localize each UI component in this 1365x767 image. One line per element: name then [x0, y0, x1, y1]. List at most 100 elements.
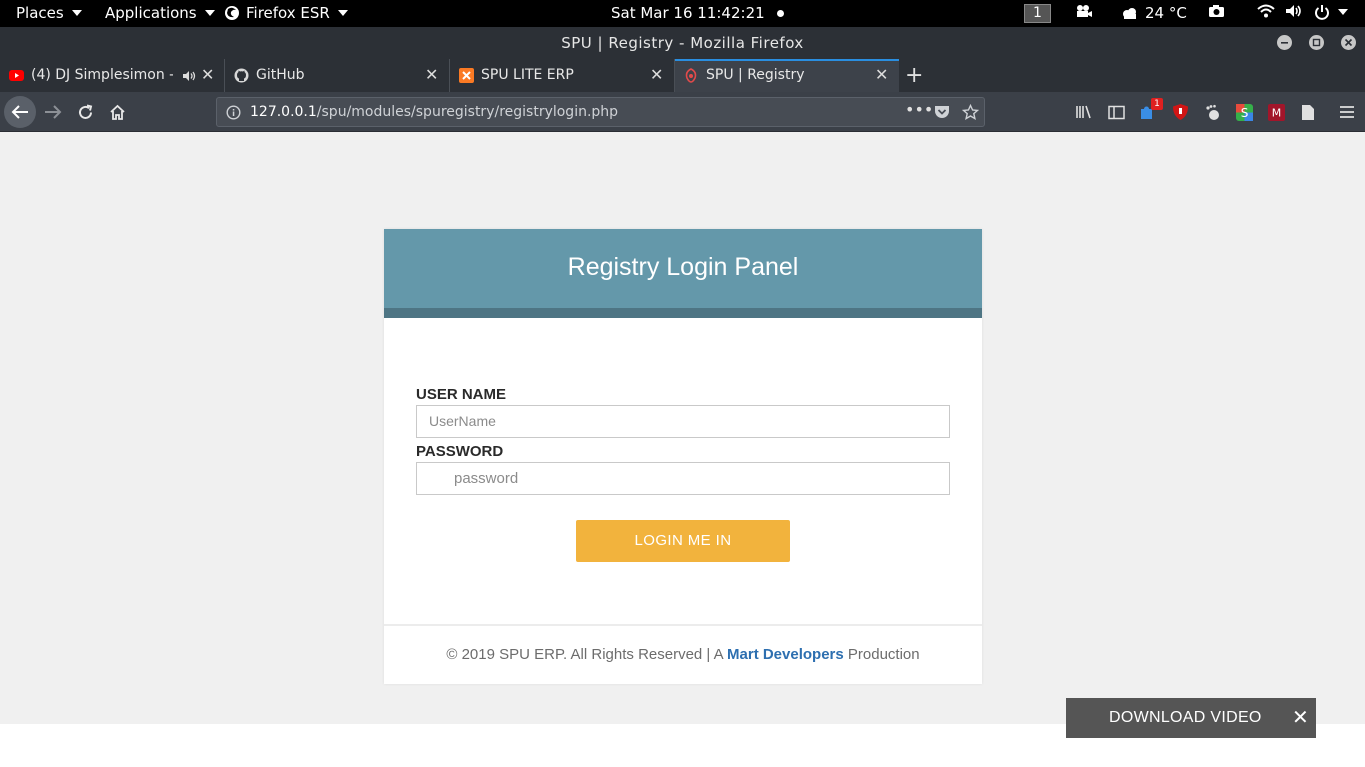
- volume-icon[interactable]: [1285, 4, 1303, 18]
- download-video-bar[interactable]: DOWNLOAD VIDEO ✕: [1066, 698, 1316, 738]
- xampp-icon: [459, 68, 474, 83]
- clock-text: Sat Mar 16 11:42:21: [611, 4, 765, 22]
- svg-text:S: S: [1240, 106, 1248, 120]
- login-button[interactable]: LOGIN ME IN: [576, 520, 790, 562]
- password-input[interactable]: password: [416, 462, 950, 495]
- tab-label: GitHub: [256, 67, 305, 83]
- firefox-label: Firefox ESR: [246, 4, 330, 22]
- power-menu[interactable]: [1314, 4, 1348, 20]
- document-icon[interactable]: [1299, 103, 1317, 121]
- close-icon: [1344, 38, 1353, 47]
- firefox-app-menu[interactable]: Firefox ESR: [224, 4, 348, 22]
- sidebar-icon-svg: [1107, 105, 1125, 119]
- close-icon[interactable]: ✕: [1292, 705, 1309, 730]
- page-actions-icon[interactable]: •••: [905, 100, 933, 119]
- tab-github[interactable]: GitHub ✕: [225, 59, 450, 92]
- hamburger-menu-icon[interactable]: [1338, 103, 1356, 121]
- home-icon: [109, 104, 125, 120]
- power-icon: [1315, 5, 1329, 20]
- url-text: 127.0.0.1/spu/modules/spuregistry/regist…: [250, 104, 618, 120]
- library-icon-svg: [1076, 105, 1091, 119]
- info-icon[interactable]: [226, 105, 241, 120]
- sidebar-icon[interactable]: [1107, 103, 1125, 121]
- video-camera-icon[interactable]: [1075, 4, 1093, 18]
- download-video-label[interactable]: DOWNLOAD VIDEO: [1109, 709, 1262, 727]
- chevron-down-icon: [204, 10, 215, 16]
- close-tab-icon[interactable]: ✕: [425, 65, 438, 84]
- reload-button[interactable]: [76, 103, 94, 121]
- reload-icon: [78, 104, 92, 119]
- applications-label: Applications: [105, 4, 197, 22]
- places-label: Places: [16, 4, 64, 22]
- m-badge-icon: M: [1267, 103, 1285, 121]
- library-icon[interactable]: [1075, 103, 1093, 121]
- navigation-toolbar: 127.0.0.1/spu/modules/spuregistry/regist…: [0, 92, 1365, 132]
- firefox-icon: [225, 6, 239, 20]
- audio-playing-icon[interactable]: [182, 70, 196, 82]
- chevron-down-icon: [71, 10, 82, 16]
- window-title-bar: SPU | Registry - Mozilla Firefox: [0, 27, 1365, 59]
- system-top-bar: Places Applications Firefox ESR Sat Mar …: [0, 0, 1365, 27]
- applications-menu[interactable]: Applications: [105, 4, 215, 22]
- chevron-down-icon: [1338, 9, 1348, 15]
- tab-spu-registry[interactable]: SPU | Registry ✕: [675, 59, 899, 92]
- window-title: SPU | Registry - Mozilla Firefox: [561, 34, 804, 52]
- username-label: USER NAME: [416, 386, 507, 403]
- wifi-icon[interactable]: [1257, 4, 1275, 18]
- weather-text: 24 °C: [1145, 4, 1187, 22]
- menu-icon: [1340, 106, 1354, 118]
- minimize-button[interactable]: [1277, 35, 1292, 50]
- tab-label: SPU | Registry: [706, 67, 805, 83]
- login-panel: Registry Login Panel USER NAME UserName …: [384, 229, 982, 684]
- workspace-indicator[interactable]: 1: [1024, 4, 1051, 23]
- shield-icon: [1172, 104, 1188, 120]
- forward-button[interactable]: [44, 103, 62, 121]
- close-tab-icon[interactable]: ✕: [650, 65, 663, 84]
- username-input[interactable]: UserName: [416, 405, 950, 438]
- home-button[interactable]: [108, 103, 126, 121]
- tab-spu-lite-erp[interactable]: SPU LITE ERP ✕: [450, 59, 675, 92]
- tab-label: SPU LITE ERP: [481, 67, 574, 83]
- camera-icon: [1209, 5, 1224, 17]
- notification-dot-icon: [776, 9, 784, 17]
- video-camera-icon-svg: [1077, 5, 1092, 17]
- panel-title: Registry Login Panel: [567, 253, 799, 281]
- chevron-down-icon: [337, 10, 348, 16]
- places-menu[interactable]: Places: [16, 4, 82, 22]
- extension-badge: 1: [1151, 98, 1163, 110]
- s-badge-icon: S: [1235, 103, 1253, 121]
- maximize-icon: [1312, 38, 1321, 47]
- weather-indicator[interactable]: 24 °C: [1121, 4, 1187, 22]
- new-tab-button[interactable]: +: [905, 63, 923, 88]
- tab-youtube[interactable]: (4) DJ Simplesimon - ✕: [0, 59, 225, 92]
- footer-link[interactable]: Mart Developers: [727, 646, 844, 663]
- minimize-icon: [1281, 42, 1288, 44]
- gnome-extension-icon[interactable]: [1203, 103, 1221, 121]
- close-tab-icon[interactable]: ✕: [201, 65, 214, 84]
- footer-suffix: Production: [843, 646, 920, 663]
- wifi-icon-svg: [1257, 4, 1275, 18]
- gnome-foot-icon: [1205, 104, 1219, 120]
- screenshot-camera-icon[interactable]: [1208, 4, 1225, 18]
- close-window-button[interactable]: [1341, 35, 1356, 50]
- svg-text:M: M: [1271, 106, 1281, 119]
- stylish-icon[interactable]: S: [1235, 103, 1253, 121]
- ublock-icon[interactable]: [1171, 103, 1189, 121]
- tab-label: (4) DJ Simplesimon -: [31, 67, 173, 83]
- maximize-button[interactable]: [1309, 35, 1324, 50]
- pocket-icon[interactable]: [934, 104, 950, 120]
- url-bar[interactable]: 127.0.0.1/spu/modules/spuregistry/regist…: [216, 97, 985, 127]
- speaker-icon: [1286, 5, 1301, 17]
- extension-puzzle-icon[interactable]: 1: [1139, 98, 1163, 121]
- clock[interactable]: Sat Mar 16 11:42:21: [611, 4, 784, 22]
- arrow-left-icon: [11, 105, 28, 119]
- bookmark-star-icon[interactable]: [962, 104, 979, 121]
- spu-logo-icon: [685, 68, 697, 83]
- cloud-icon: [1123, 8, 1136, 19]
- page-content: Registry Login Panel USER NAME UserName …: [0, 132, 1365, 724]
- mendeley-icon[interactable]: M: [1267, 103, 1285, 121]
- youtube-icon: [9, 70, 24, 81]
- close-tab-icon[interactable]: ✕: [875, 65, 888, 84]
- back-button[interactable]: [4, 96, 36, 128]
- tab-bar: (4) DJ Simplesimon - ✕ GitHub ✕ SPU LITE…: [0, 59, 1365, 92]
